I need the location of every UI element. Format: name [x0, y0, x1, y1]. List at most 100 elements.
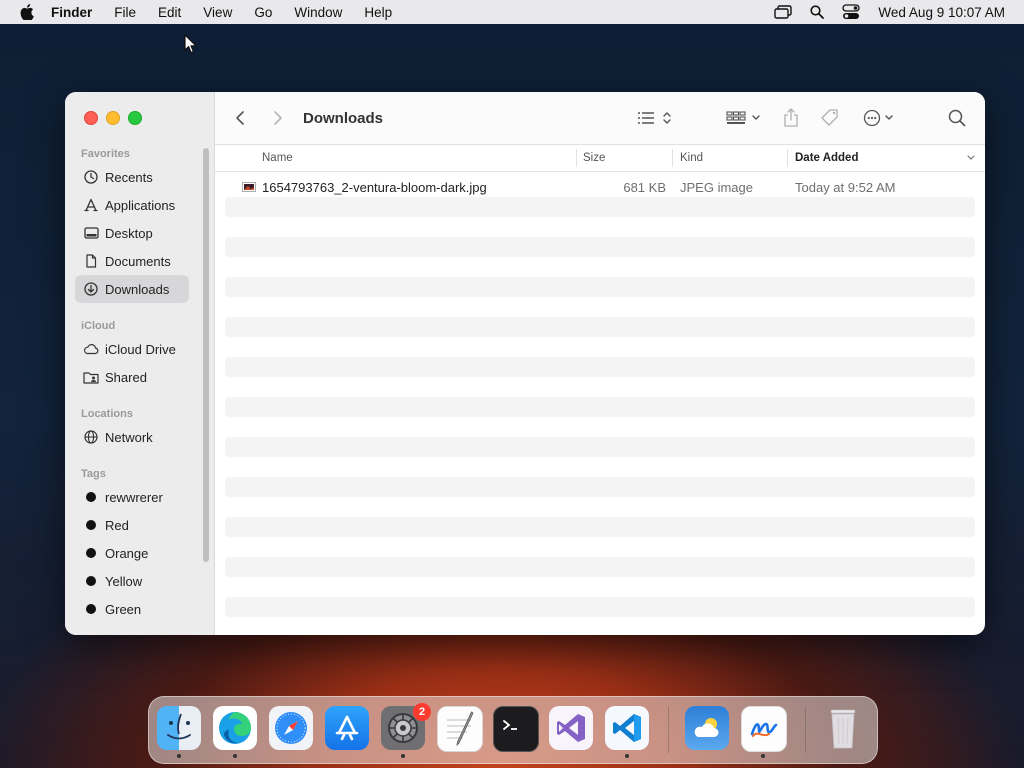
- column-date-added[interactable]: Date Added: [795, 145, 858, 171]
- dock-trash-icon[interactable]: [821, 706, 865, 750]
- sidebar-tag-orange[interactable]: Orange: [75, 539, 189, 567]
- clock-icon: [83, 169, 99, 185]
- sidebar-item-label: Orange: [105, 545, 149, 561]
- ellipsis-circle-icon: [863, 109, 893, 127]
- forward-button[interactable]: [273, 92, 283, 144]
- menu-go[interactable]: Go: [254, 5, 272, 20]
- sidebar-item-label: Shared: [105, 369, 147, 385]
- dock-app-store-icon[interactable]: [325, 706, 369, 750]
- menu-edit[interactable]: Edit: [158, 5, 181, 20]
- sidebar-section-icloud: iCloud: [81, 320, 116, 332]
- dock-terminal-icon[interactable]: [493, 706, 539, 752]
- jpeg-file-icon: [242, 177, 256, 197]
- group-button[interactable]: [726, 92, 762, 144]
- sidebar-item-label: Desktop: [105, 225, 153, 241]
- spotlight-search-icon[interactable]: [810, 5, 825, 19]
- more-actions-button[interactable]: [863, 92, 897, 144]
- column-header: Name Size Kind Date Added: [215, 145, 985, 172]
- menu-view[interactable]: View: [203, 5, 232, 20]
- dock-vscode-icon[interactable]: [605, 706, 649, 750]
- toolbar: Downloads: [215, 92, 985, 145]
- sidebar-item-documents[interactable]: Documents: [75, 247, 189, 275]
- column-name[interactable]: Name: [262, 145, 293, 171]
- applications-icon: [83, 197, 99, 213]
- tag-dot-icon: [86, 604, 96, 614]
- window-controls: [84, 111, 150, 125]
- menu-window[interactable]: Window: [294, 5, 342, 20]
- sidebar-item-label: Network: [105, 429, 153, 445]
- desktop-icon: [83, 225, 99, 241]
- sidebar-item-desktop[interactable]: Desktop: [75, 219, 189, 247]
- share-button[interactable]: [783, 92, 799, 144]
- list-view-icon: [638, 112, 671, 124]
- column-size[interactable]: Size: [583, 145, 605, 171]
- sidebar-item-applications[interactable]: Applications: [75, 191, 189, 219]
- file-list: 1654793763_2-ventura-bloom-dark.jpg 681 …: [225, 172, 975, 635]
- running-indicator: [233, 754, 237, 758]
- dock-safari-icon[interactable]: [269, 706, 313, 750]
- search-button[interactable]: [948, 92, 966, 144]
- dock-visual-studio-icon[interactable]: [549, 706, 593, 750]
- sidebar-item-label: Red: [105, 517, 129, 533]
- menu-bar: Finder File Edit View Go Window Help Wed…: [0, 0, 1024, 24]
- view-options-button[interactable]: [637, 92, 673, 144]
- dock-finder-icon[interactable]: [157, 706, 201, 750]
- dock-textedit-icon[interactable]: [437, 706, 483, 752]
- dock-weather-icon[interactable]: [685, 706, 729, 750]
- column-divider[interactable]: [672, 149, 673, 167]
- sidebar-section-favorites: Favorites: [81, 148, 130, 160]
- running-indicator: [761, 754, 765, 758]
- sidebar-item-label: Green: [105, 601, 142, 617]
- sidebar-tag-rewwrerer[interactable]: rewwrerer: [75, 483, 189, 511]
- sidebar-item-label: rewwrerer: [105, 489, 163, 505]
- share-icon: [784, 108, 798, 127]
- close-window-button[interactable]: [84, 111, 98, 125]
- chevron-left-icon: [236, 111, 244, 125]
- file-date-added: Today at 9:52 AM: [795, 179, 896, 195]
- chevron-right-icon: [274, 111, 282, 125]
- column-divider[interactable]: [787, 149, 788, 167]
- grid-group-icon: [726, 111, 760, 124]
- zoom-window-button[interactable]: [128, 111, 142, 125]
- sidebar-item-icloud-drive[interactable]: iCloud Drive: [75, 335, 189, 363]
- dock-edge-icon[interactable]: [213, 706, 257, 750]
- sidebar-tag-red[interactable]: Red: [75, 511, 189, 539]
- dock-freeform-icon[interactable]: [741, 706, 787, 752]
- tag-dot-icon: [86, 520, 96, 530]
- file-row[interactable]: 1654793763_2-ventura-bloom-dark.jpg 681 …: [225, 177, 975, 197]
- apple-menu-icon[interactable]: [17, 4, 37, 20]
- mouse-pointer-icon: [184, 34, 198, 57]
- control-center-icon[interactable]: [842, 4, 861, 20]
- menu-help[interactable]: Help: [364, 5, 392, 20]
- empty-row: [225, 237, 975, 257]
- download-icon: [83, 281, 99, 297]
- empty-row: [225, 557, 975, 577]
- sidebar-scrollbar[interactable]: [203, 148, 209, 562]
- search-icon: [948, 109, 966, 127]
- menu-file[interactable]: File: [114, 5, 136, 20]
- tags-button[interactable]: [820, 92, 840, 144]
- file-name: 1654793763_2-ventura-bloom-dark.jpg: [262, 179, 487, 195]
- screen-mirroring-icon[interactable]: [774, 5, 793, 19]
- sidebar-item-shared[interactable]: Shared: [75, 363, 189, 391]
- column-kind[interactable]: Kind: [680, 145, 703, 171]
- empty-row: [225, 517, 975, 537]
- sidebar-item-network[interactable]: Network: [75, 423, 189, 451]
- back-button[interactable]: [235, 92, 245, 144]
- sidebar-item-downloads[interactable]: Downloads: [75, 275, 189, 303]
- window-title: Downloads: [303, 109, 384, 127]
- tag-icon: [821, 109, 838, 126]
- minimize-window-button[interactable]: [106, 111, 120, 125]
- running-indicator: [177, 754, 181, 758]
- column-divider[interactable]: [576, 149, 577, 167]
- menu-bar-clock[interactable]: Wed Aug 9 10:07 AM: [878, 5, 1005, 20]
- sidebar-tag-green[interactable]: Green: [75, 595, 189, 623]
- sort-chevron-down-icon[interactable]: [966, 145, 976, 171]
- sidebar-tag-yellow[interactable]: Yellow: [75, 567, 189, 595]
- sidebar-item-recents[interactable]: Recents: [75, 163, 189, 191]
- empty-row: [225, 597, 975, 617]
- app-menu-finder[interactable]: Finder: [51, 5, 92, 20]
- shared-folder-icon: [83, 369, 99, 385]
- file-size: 681 KB: [623, 179, 666, 195]
- sidebar-section-tags: Tags: [81, 468, 106, 480]
